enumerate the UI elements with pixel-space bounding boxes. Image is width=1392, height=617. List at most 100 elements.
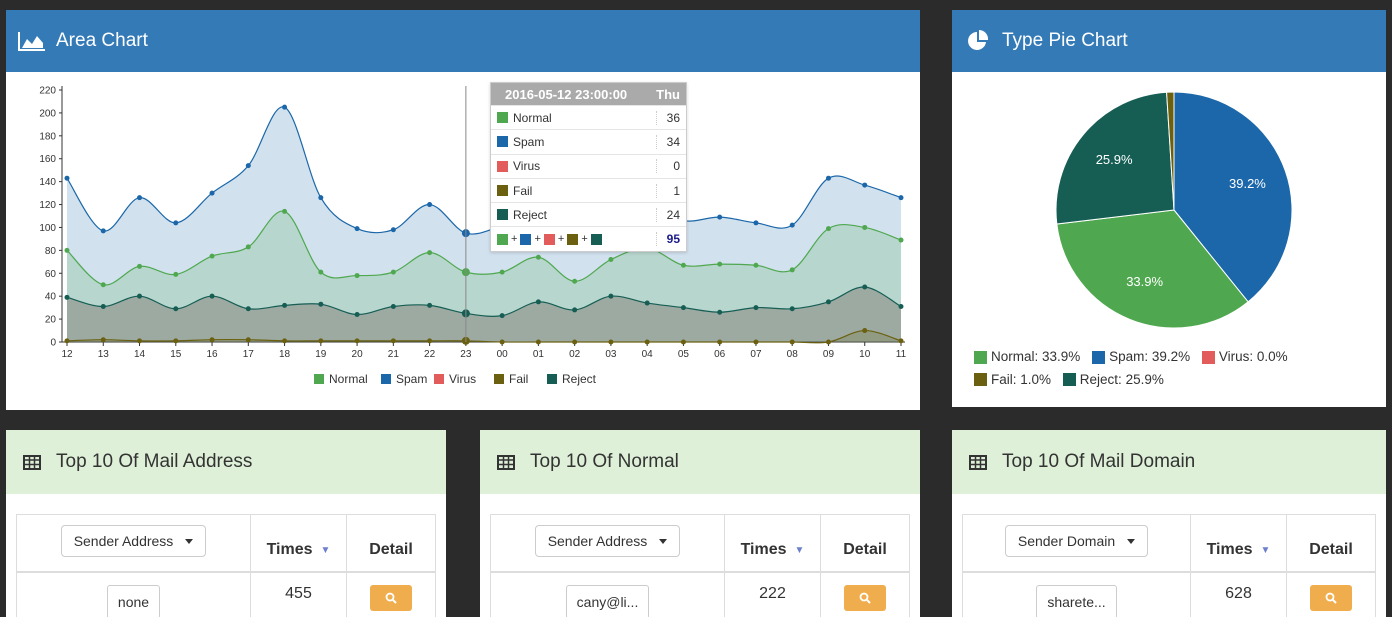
point-fail[interactable] <box>282 338 288 344</box>
detail-search-button[interactable] <box>1310 585 1352 611</box>
point-fail[interactable] <box>64 338 70 344</box>
legend-label-spam[interactable]: Spam <box>396 372 427 386</box>
point-fail[interactable] <box>608 339 614 345</box>
point-fail[interactable] <box>209 337 215 343</box>
point-fail[interactable] <box>354 338 360 344</box>
pie-legend-virus[interactable]: Virus: 0.0% <box>1201 347 1288 367</box>
point-fail[interactable] <box>245 337 251 343</box>
point-normal[interactable] <box>100 282 106 288</box>
point-reject[interactable] <box>862 284 868 290</box>
point-reject[interactable] <box>753 305 759 311</box>
point-normal[interactable] <box>390 269 396 275</box>
point-reject[interactable] <box>173 306 179 312</box>
point-reject[interactable] <box>572 307 578 313</box>
point-reject[interactable] <box>427 302 433 308</box>
point-spam[interactable] <box>825 175 831 181</box>
point-normal[interactable] <box>282 208 288 214</box>
point-normal[interactable] <box>499 269 505 275</box>
point-fail[interactable] <box>789 339 795 345</box>
point-normal[interactable] <box>173 271 179 277</box>
point-fail[interactable] <box>862 328 868 334</box>
point-spam[interactable] <box>245 163 251 169</box>
point-spam[interactable] <box>209 190 215 196</box>
legend-swatch-normal[interactable] <box>314 374 324 384</box>
point-reject[interactable] <box>789 306 795 312</box>
legend-swatch-reject[interactable] <box>547 374 557 384</box>
point-normal[interactable] <box>608 257 614 263</box>
sender-domain-dropdown[interactable]: Sender Domain <box>1004 525 1149 557</box>
point-normal[interactable] <box>572 278 578 284</box>
point-normal[interactable] <box>862 224 868 230</box>
point-fail[interactable] <box>427 338 433 344</box>
point-spam[interactable] <box>753 220 759 226</box>
point-spam[interactable] <box>898 195 904 201</box>
point-normal[interactable] <box>717 261 723 267</box>
times-column-header[interactable]: Times ▼ <box>251 515 347 571</box>
address-value-button[interactable]: none <box>106 585 161 617</box>
point-spam[interactable] <box>137 195 143 201</box>
point-spam[interactable] <box>64 175 70 181</box>
pie-chart[interactable]: 39.2% 33.9% 25.9% <box>952 72 1386 342</box>
point-fail[interactable] <box>535 339 541 345</box>
point-fail[interactable] <box>390 338 396 344</box>
legend-label-normal[interactable]: Normal <box>329 372 368 386</box>
address-value-button[interactable]: cany@li... <box>565 585 650 617</box>
sender-address-dropdown[interactable]: Sender Address <box>534 525 681 557</box>
domain-value-button[interactable]: sharete... <box>1036 585 1117 617</box>
point-fail[interactable] <box>173 338 179 344</box>
detail-search-button[interactable] <box>370 585 412 611</box>
point-fail[interactable] <box>137 338 143 344</box>
point-reject[interactable] <box>644 300 650 306</box>
point-fail[interactable] <box>680 339 686 345</box>
point-reject[interactable] <box>499 313 505 319</box>
legend-swatch-virus[interactable] <box>434 374 444 384</box>
point-reject[interactable] <box>608 293 614 299</box>
point-reject[interactable] <box>825 299 831 305</box>
point-spam[interactable] <box>427 202 433 208</box>
legend-label-fail[interactable]: Fail <box>509 372 528 386</box>
times-column-header[interactable]: Times ▼ <box>1191 515 1287 571</box>
point-normal[interactable] <box>318 269 324 275</box>
point-reject[interactable] <box>245 306 251 312</box>
point-spam[interactable] <box>318 195 324 201</box>
pie-legend-fail[interactable]: Fail: 1.0% <box>974 370 1051 390</box>
point-fail[interactable] <box>318 338 324 344</box>
point-spam[interactable] <box>862 182 868 188</box>
point-spam[interactable] <box>390 227 396 233</box>
point-reject[interactable] <box>318 301 324 307</box>
legend-label-reject[interactable]: Reject <box>562 372 597 386</box>
point-reject[interactable] <box>209 293 215 299</box>
point-fail[interactable] <box>753 339 759 345</box>
point-reject[interactable] <box>137 293 143 299</box>
point-normal[interactable] <box>680 262 686 268</box>
point-normal[interactable] <box>535 254 541 260</box>
pie-legend-spam[interactable]: Spam: 39.2% <box>1092 347 1190 367</box>
point-normal[interactable] <box>789 267 795 273</box>
point-spam[interactable] <box>282 104 288 110</box>
point-normal[interactable] <box>354 273 360 279</box>
legend-swatch-spam[interactable] <box>381 374 391 384</box>
point-normal[interactable] <box>898 237 904 243</box>
point-fail[interactable] <box>825 339 831 345</box>
point-spam[interactable] <box>100 228 106 234</box>
point-reject[interactable] <box>680 305 686 311</box>
point-fail[interactable] <box>572 339 578 345</box>
point-fail[interactable] <box>644 339 650 345</box>
point-normal[interactable] <box>825 226 831 232</box>
point-spam[interactable] <box>717 214 723 220</box>
times-column-header[interactable]: Times ▼ <box>725 515 821 571</box>
point-fail[interactable] <box>717 339 723 345</box>
legend-label-virus[interactable]: Virus <box>449 372 476 386</box>
point-normal[interactable] <box>753 262 759 268</box>
point-normal[interactable] <box>137 263 143 269</box>
point-reject[interactable] <box>282 302 288 308</box>
point-spam[interactable] <box>354 226 360 232</box>
pie-legend-normal[interactable]: Normal: 33.9% <box>974 347 1080 367</box>
point-spam[interactable] <box>789 222 795 228</box>
area-chart[interactable]: 02040608010012014016018020022012 13 14 15 16… <box>6 72 920 410</box>
point-normal[interactable] <box>245 244 251 250</box>
point-normal[interactable] <box>427 250 433 256</box>
point-spam[interactable] <box>173 220 179 226</box>
detail-search-button[interactable] <box>844 585 886 611</box>
point-reject[interactable] <box>64 294 70 300</box>
